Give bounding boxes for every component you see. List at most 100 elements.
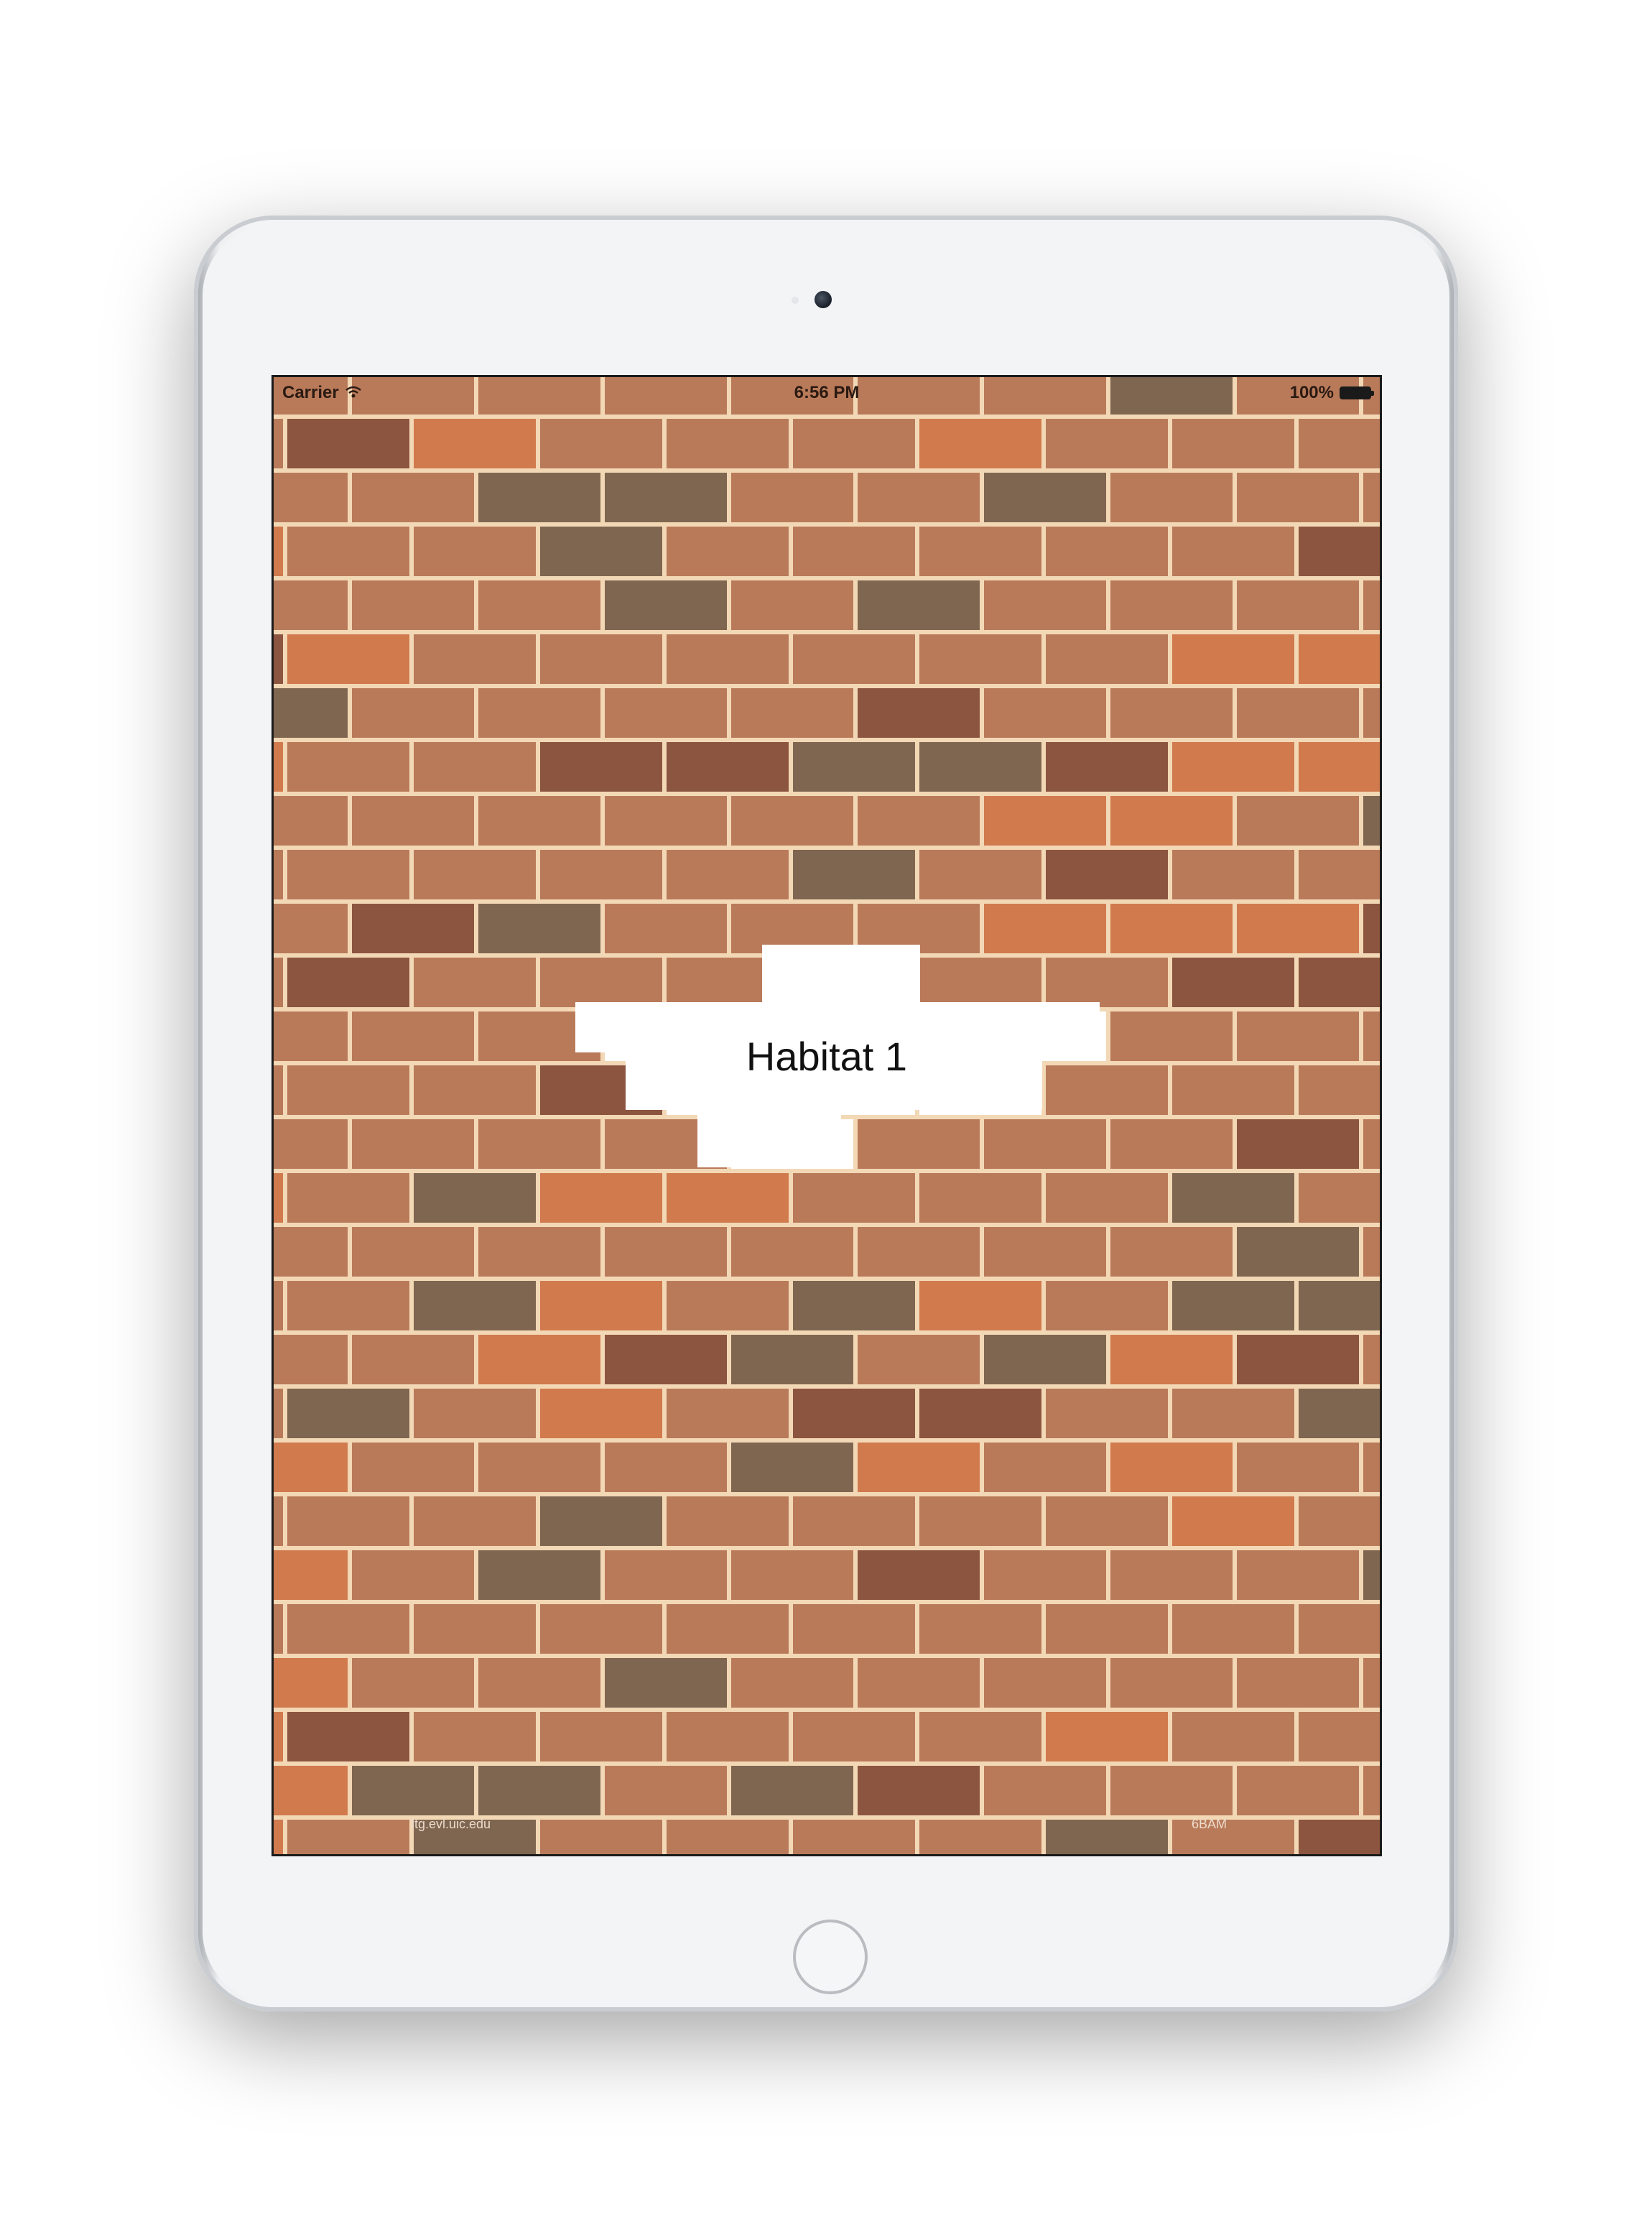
brick xyxy=(984,904,1106,953)
brick xyxy=(1172,1496,1294,1546)
brick xyxy=(274,1065,283,1115)
brick xyxy=(858,473,980,522)
brick xyxy=(1363,1335,1380,1384)
brick xyxy=(1110,1335,1233,1384)
brick xyxy=(1046,1173,1168,1223)
brick xyxy=(274,527,283,576)
brick xyxy=(274,1227,348,1277)
brick xyxy=(1110,1766,1233,1815)
brick xyxy=(274,1173,283,1223)
brick xyxy=(667,742,789,792)
brick xyxy=(287,1820,409,1854)
brick xyxy=(414,850,536,899)
brick xyxy=(287,1496,409,1546)
brick xyxy=(605,580,727,630)
brick xyxy=(287,1712,409,1761)
brick xyxy=(287,958,409,1007)
status-battery-group: 100% xyxy=(1290,383,1374,403)
brick xyxy=(540,742,662,792)
brick xyxy=(984,1227,1106,1277)
brick xyxy=(274,958,283,1007)
brick xyxy=(352,1658,474,1708)
brick xyxy=(858,1443,980,1492)
brick xyxy=(478,1658,600,1708)
status-time: 6:56 PM xyxy=(794,383,860,402)
brick xyxy=(1172,958,1294,1007)
brick xyxy=(984,796,1106,846)
brick xyxy=(1363,688,1380,738)
brick xyxy=(287,527,409,576)
brick xyxy=(667,1496,789,1546)
brick xyxy=(414,742,536,792)
brick xyxy=(1237,473,1359,522)
brick xyxy=(414,1604,536,1654)
brick xyxy=(274,796,348,846)
battery-full-icon xyxy=(1340,386,1374,399)
brick xyxy=(1299,1281,1380,1330)
brick xyxy=(1363,1766,1380,1815)
brick xyxy=(1363,796,1380,846)
brick xyxy=(274,1550,348,1600)
brick xyxy=(274,688,348,738)
brick xyxy=(1172,850,1294,899)
brick xyxy=(1299,1173,1380,1223)
brick xyxy=(287,634,409,684)
brick xyxy=(858,796,980,846)
brick xyxy=(793,850,915,899)
brick xyxy=(919,1389,1041,1438)
brick xyxy=(414,1281,536,1330)
brick xyxy=(274,904,348,953)
brick xyxy=(352,796,474,846)
brick xyxy=(1237,1227,1359,1277)
brick xyxy=(1046,1496,1168,1546)
brick xyxy=(1237,1335,1359,1384)
brick xyxy=(1299,1065,1380,1115)
brick xyxy=(858,1119,980,1169)
brick xyxy=(605,904,727,953)
brick xyxy=(1299,742,1380,792)
home-button[interactable] xyxy=(793,1920,868,1994)
brick xyxy=(919,1496,1041,1546)
brick xyxy=(478,473,600,522)
brick xyxy=(414,1173,536,1223)
brick xyxy=(540,527,662,576)
brick xyxy=(352,1550,474,1600)
brick xyxy=(478,904,600,953)
brick xyxy=(1363,1119,1380,1169)
brick xyxy=(352,904,474,953)
brick xyxy=(1363,904,1380,953)
brick xyxy=(1237,1766,1359,1815)
brick xyxy=(1299,850,1380,899)
brick xyxy=(274,1443,348,1492)
brick xyxy=(287,1389,409,1438)
brick xyxy=(287,1281,409,1330)
brick xyxy=(1110,580,1233,630)
brick xyxy=(793,1173,915,1223)
brick xyxy=(274,1658,348,1708)
brick xyxy=(478,1335,600,1384)
brick xyxy=(414,634,536,684)
brick xyxy=(793,1389,915,1438)
brick xyxy=(605,796,727,846)
brick xyxy=(858,1227,980,1277)
brick xyxy=(605,1443,727,1492)
brick xyxy=(919,1712,1041,1761)
brick xyxy=(1172,634,1294,684)
brick xyxy=(414,1496,536,1546)
brick xyxy=(352,473,474,522)
brick xyxy=(414,419,536,468)
brick xyxy=(731,1227,853,1277)
front-camera-icon xyxy=(815,291,832,308)
brick xyxy=(274,1119,348,1169)
brick xyxy=(984,1550,1106,1600)
brick xyxy=(605,1658,727,1708)
brick xyxy=(1299,1496,1380,1546)
brick xyxy=(1299,1604,1380,1654)
brick xyxy=(984,1119,1106,1169)
brick xyxy=(1046,1604,1168,1654)
brick xyxy=(793,1604,915,1654)
brick xyxy=(605,1550,727,1600)
brick xyxy=(1046,634,1168,684)
brick xyxy=(540,1604,662,1654)
brick xyxy=(858,1766,980,1815)
